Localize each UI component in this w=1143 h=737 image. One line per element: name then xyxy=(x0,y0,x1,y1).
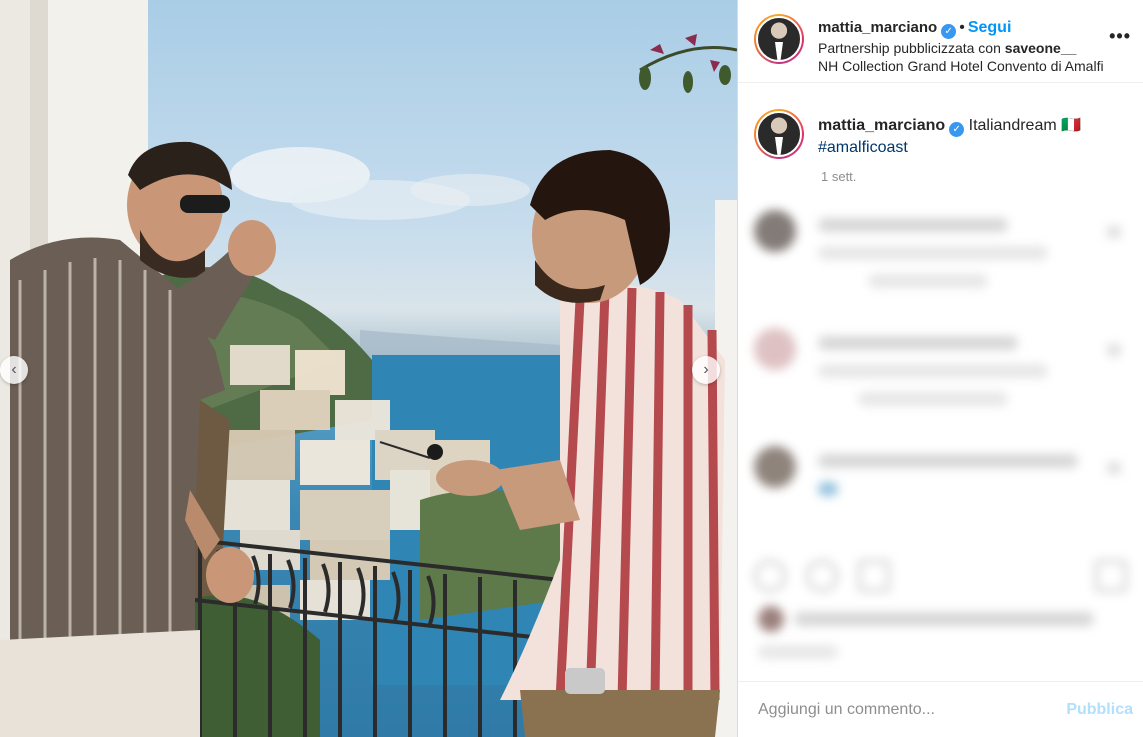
comment-composer: Pubblica xyxy=(738,681,1143,737)
caption-avatar-ring[interactable] xyxy=(754,109,804,159)
more-options-icon[interactable]: ••• xyxy=(1109,26,1131,47)
caption-timestamp: 1 sett. xyxy=(821,169,857,184)
verified-badge-icon: ✓ xyxy=(941,24,957,39)
likes-summary[interactable] xyxy=(758,606,1118,632)
header-text: mattia_marciano ✓ • Segui Partnership pubbl… xyxy=(818,18,1104,75)
like-comment-icon[interactable] xyxy=(1107,462,1121,474)
like-comment-icon[interactable] xyxy=(1107,226,1121,238)
comment-icon[interactable] xyxy=(806,560,838,592)
location-link[interactable]: NH Collection Grand Hotel Convento di Am… xyxy=(818,57,1104,75)
separator-dot: • xyxy=(959,19,965,36)
post-side-panel: mattia_marciano ✓ • Segui Partnership pubbl… xyxy=(737,0,1143,737)
partner-link[interactable]: saveone__ xyxy=(1005,40,1077,56)
chevron-right-icon: › xyxy=(703,361,709,378)
avatar-story-ring[interactable] xyxy=(754,14,804,64)
post-header: mattia_marciano ✓ • Segui Partnership pubbl… xyxy=(738,0,1143,83)
caption-username[interactable]: mattia_marciano xyxy=(818,117,945,134)
header-username[interactable]: mattia_marciano xyxy=(818,19,937,36)
next-photo-button[interactable]: › xyxy=(692,356,720,384)
caption-avatar xyxy=(756,111,802,157)
post-date xyxy=(758,645,838,659)
like-icon[interactable] xyxy=(754,560,786,592)
chevron-left-icon: ‹ xyxy=(11,361,17,378)
hashtag-link[interactable]: #amalficoast xyxy=(818,139,908,156)
previous-photo-button[interactable]: ‹ xyxy=(0,356,28,384)
instagram-post: ‹ › mattia_marciano ✓ • Segui Partnership p… xyxy=(0,0,1143,737)
bookmark-icon[interactable] xyxy=(1095,560,1127,592)
comment-item xyxy=(738,210,1143,302)
follow-button[interactable]: Segui xyxy=(968,19,1012,36)
comment-avatar xyxy=(754,328,796,370)
caption-body: Italiandream 🇮🇹 xyxy=(968,117,1082,134)
partnership-line: Partnership pubblicizzata con saveone__ xyxy=(818,39,1104,57)
like-comment-icon[interactable] xyxy=(1107,344,1121,356)
avatar xyxy=(756,16,802,62)
photo-scene xyxy=(0,0,737,737)
publish-button[interactable]: Pubblica xyxy=(1066,701,1133,719)
post-caption: mattia_marciano ✓ Italiandream 🇮🇹 #amalfi… xyxy=(738,83,1143,159)
caption-text: mattia_marciano ✓ Italiandream 🇮🇹 #amalfi… xyxy=(818,115,1081,159)
post-photo[interactable]: ‹ › xyxy=(0,0,737,737)
partnership-label: Partnership pubblicizzata con xyxy=(818,40,1001,56)
comment-item xyxy=(738,328,1143,420)
verified-badge-icon: ✓ xyxy=(949,122,965,137)
post-actions xyxy=(754,560,1127,596)
comment-item xyxy=(738,446,1143,510)
comment-avatar xyxy=(754,210,796,252)
share-icon[interactable] xyxy=(858,560,890,592)
comment-avatar xyxy=(754,446,796,488)
comment-input[interactable] xyxy=(758,700,1067,719)
blurred-comments xyxy=(738,184,1143,510)
